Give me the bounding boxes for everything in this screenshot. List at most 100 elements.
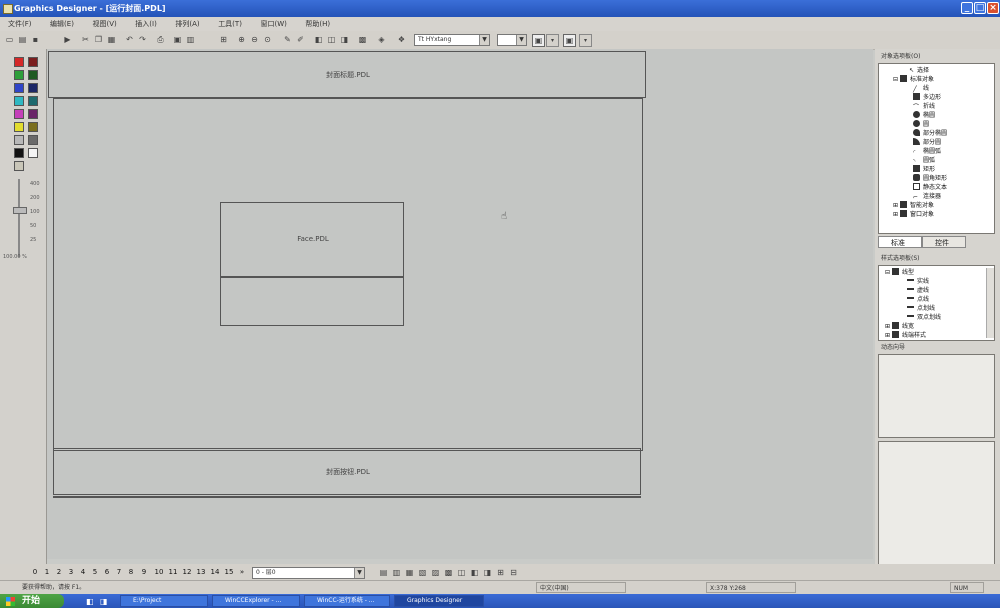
tool-polygon[interactable]: 多边形 bbox=[913, 93, 941, 102]
print-icon[interactable]: ⎙ bbox=[155, 34, 166, 45]
font-select[interactable]: Tt HYxtang ▼ bbox=[414, 34, 490, 46]
menu-file[interactable]: 文件(F) bbox=[0, 17, 40, 31]
color-swatch-red[interactable] bbox=[14, 57, 24, 67]
style-palette-scrollbar[interactable] bbox=[986, 268, 994, 338]
taskbar-item-graphics-designer[interactable]: Graphics Designer bbox=[394, 595, 484, 607]
tool-line[interactable]: ╱ 线 bbox=[913, 84, 929, 93]
color-swatch-white[interactable] bbox=[28, 148, 38, 158]
align-icon[interactable]: ◧ bbox=[469, 567, 480, 578]
layer-tab[interactable]: 0 bbox=[30, 567, 40, 577]
library-icon[interactable]: ▥ bbox=[185, 34, 196, 45]
layer-tab[interactable]: 12 bbox=[180, 567, 194, 577]
tree-window-objects[interactable]: ⊞ 窗口对象 bbox=[893, 210, 934, 219]
layer-tab[interactable]: 4 bbox=[78, 567, 88, 577]
layer-tab[interactable]: 3 bbox=[66, 567, 76, 577]
zoom-slider-track[interactable] bbox=[18, 179, 20, 257]
menu-help[interactable]: 帮助(H) bbox=[297, 17, 338, 31]
tool-pie-segment[interactable]: 部分圆 bbox=[913, 138, 941, 147]
layer-tab[interactable]: 1 bbox=[42, 567, 52, 577]
quicklaunch-icon[interactable]: ◨ bbox=[100, 597, 108, 606]
color-swatch-darkblue[interactable] bbox=[28, 83, 38, 93]
tool-ellipse-arc[interactable]: ◜ 椭圆弧 bbox=[913, 147, 941, 156]
picture-window-buttons[interactable]: 封面按钮.PDL bbox=[53, 448, 641, 495]
new-icon[interactable]: ▭ bbox=[4, 34, 15, 45]
tool-ellipse-segment[interactable]: 部分椭圆 bbox=[913, 129, 947, 138]
tree-line-end[interactable]: ⊞ 线端样式 bbox=[885, 331, 926, 340]
menu-view[interactable]: 视图(V) bbox=[84, 17, 124, 31]
style-dash[interactable]: 虚线 bbox=[907, 286, 929, 295]
wizard-icon[interactable]: ❖ bbox=[396, 34, 407, 45]
quicklaunch-icon[interactable]: ◧ bbox=[86, 597, 94, 606]
align-right-icon[interactable]: ◨ bbox=[339, 34, 350, 45]
paste-icon[interactable]: ▦ bbox=[106, 34, 117, 45]
brush-icon[interactable]: ✐ bbox=[295, 34, 306, 45]
align-icon[interactable]: ◨ bbox=[482, 567, 493, 578]
zoom-out-icon[interactable]: ⊖ bbox=[249, 34, 260, 45]
style-dash-dot[interactable]: 点划线 bbox=[907, 304, 935, 313]
cut-icon[interactable]: ✂ bbox=[80, 34, 91, 45]
save-icon[interactable]: ▪ bbox=[30, 34, 41, 45]
color-swatch-darkred[interactable] bbox=[28, 57, 38, 67]
layer-tab[interactable]: 9 bbox=[138, 567, 150, 577]
picture-window-face-lower[interactable] bbox=[220, 277, 404, 326]
layer-select[interactable]: 0 - 层0 ▼ bbox=[252, 567, 365, 579]
align-icon[interactable]: ▤ bbox=[378, 567, 389, 578]
menu-window[interactable]: 窗口(W) bbox=[252, 17, 294, 31]
layer-icon[interactable]: ▩ bbox=[357, 34, 368, 45]
align-left-icon[interactable]: ◧ bbox=[313, 34, 324, 45]
tool-select[interactable]: ↖ 选择 bbox=[909, 66, 929, 75]
color-swatch-darkgreen[interactable] bbox=[28, 70, 38, 80]
fill-color-icon[interactable]: ▣ bbox=[532, 34, 545, 47]
maximize-button[interactable]: □ bbox=[974, 2, 986, 14]
tree-line-width[interactable]: ⊞ 线宽 bbox=[885, 322, 914, 331]
tree-smart-objects[interactable]: ⊞ 智能对象 bbox=[893, 201, 934, 210]
menu-tools[interactable]: 工具(T) bbox=[210, 17, 250, 31]
layer-tab[interactable]: 14 bbox=[208, 567, 222, 577]
font-size-select[interactable]: ▼ bbox=[497, 34, 527, 46]
redo-icon[interactable]: ↷ bbox=[137, 34, 148, 45]
grid-icon[interactable]: ⊞ bbox=[218, 34, 229, 45]
color-swatch-magenta[interactable] bbox=[14, 109, 24, 119]
layer-tab[interactable]: 6 bbox=[102, 567, 112, 577]
copy-icon[interactable]: ❐ bbox=[93, 34, 104, 45]
tool-circle[interactable]: 圆 bbox=[913, 120, 929, 129]
align-icon[interactable]: ◫ bbox=[456, 567, 467, 578]
picture-window-header[interactable]: 封面标题.PDL bbox=[48, 51, 646, 98]
tool-static-text[interactable]: 静态文本 bbox=[913, 183, 947, 192]
layer-tab[interactable]: 2 bbox=[54, 567, 64, 577]
menu-edit[interactable]: 编辑(E) bbox=[42, 17, 82, 31]
layer-tab[interactable]: 5 bbox=[90, 567, 100, 577]
zoom-slider-handle[interactable] bbox=[13, 207, 27, 214]
align-icon[interactable]: ▩ bbox=[443, 567, 454, 578]
align-icon[interactable]: ▥ bbox=[391, 567, 402, 578]
style-dash-dot-dot[interactable]: 双点划线 bbox=[907, 313, 941, 322]
fill-dropdown-icon[interactable]: ▾ bbox=[546, 34, 559, 47]
tab-standard[interactable]: 标准 bbox=[878, 236, 922, 248]
color-swatch-olive[interactable] bbox=[28, 122, 38, 132]
tab-controls[interactable]: 控件 bbox=[922, 236, 966, 248]
color-swatch-darkgray[interactable] bbox=[28, 135, 38, 145]
menu-insert[interactable]: 插入(I) bbox=[127, 17, 165, 31]
taskbar-item-wincc-explorer[interactable]: WinCCExplorer - ... bbox=[212, 595, 300, 607]
layer-tab[interactable]: 7 bbox=[114, 567, 124, 577]
layer-tab[interactable]: 13 bbox=[194, 567, 208, 577]
run-icon[interactable]: ▶ bbox=[62, 34, 73, 45]
picture-window-face[interactable]: Face.PDL bbox=[220, 202, 404, 277]
color-swatch-cyan[interactable] bbox=[14, 96, 24, 106]
align-center-icon[interactable]: ◫ bbox=[326, 34, 337, 45]
layer-tab[interactable]: 11 bbox=[166, 567, 180, 577]
align-icon[interactable]: ⊞ bbox=[495, 567, 506, 578]
minimize-button[interactable]: _ bbox=[961, 2, 973, 14]
taskbar-item-explorer[interactable]: E:\Project bbox=[120, 595, 208, 607]
tool-polyline[interactable]: ⌒ 折线 bbox=[913, 102, 935, 111]
tool-circular-arc[interactable]: ◝ 圆弧 bbox=[913, 156, 935, 165]
undo-icon[interactable]: ↶ bbox=[124, 34, 135, 45]
close-button[interactable]: × bbox=[987, 2, 999, 14]
color-swatch-purple[interactable] bbox=[28, 109, 38, 119]
tree-standard-objects[interactable]: ⊟ 标准对象 bbox=[893, 75, 934, 84]
properties-icon[interactable]: ▣ bbox=[172, 34, 183, 45]
layer-tab[interactable]: 8 bbox=[126, 567, 136, 577]
align-icon[interactable]: ▨ bbox=[430, 567, 441, 578]
tool-rectangle[interactable]: 矩形 bbox=[913, 165, 935, 174]
pen-icon[interactable]: ✎ bbox=[282, 34, 293, 45]
